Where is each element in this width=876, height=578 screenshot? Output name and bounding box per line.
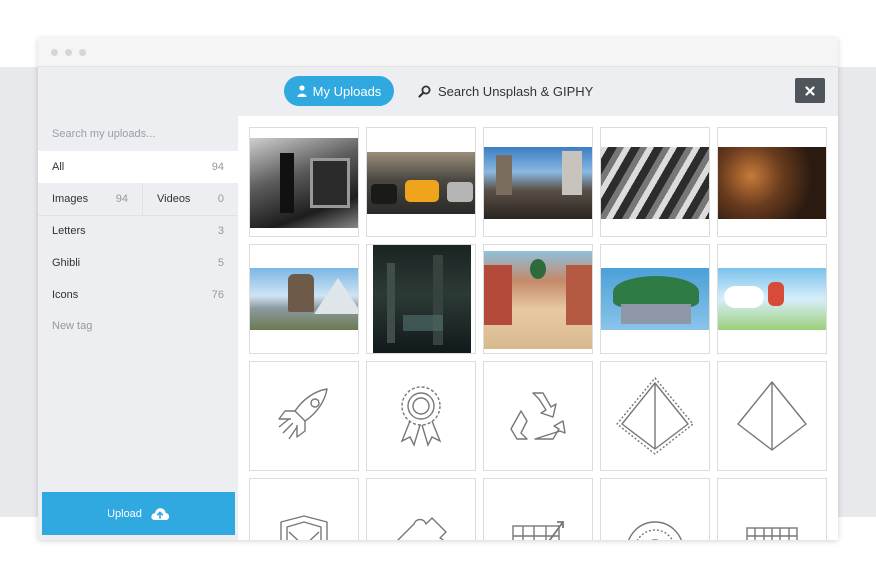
sidebar-item-label: Icons [52, 289, 79, 301]
shield-icon [280, 515, 328, 540]
grid-item-recycle-icon[interactable] [483, 361, 593, 471]
window-titlebar [38, 38, 838, 67]
sidebar-item-count: 3 [217, 225, 224, 237]
grid-item-shield-icon[interactable] [249, 478, 359, 540]
tab-my-uploads[interactable]: My Uploads [284, 76, 394, 106]
calendar-grid-icon [746, 527, 798, 540]
sidebar-item-images[interactable]: Images 94 [52, 183, 128, 215]
cloud-upload-icon [151, 507, 170, 520]
upload-grid [249, 127, 829, 540]
grid-item-dial-icon[interactable] [600, 478, 710, 540]
close-icon [805, 85, 815, 96]
rocket-icon [278, 388, 328, 440]
grid-item-rocket-icon[interactable] [249, 361, 359, 471]
sidebar: All 94 Images 94 Videos 0 Letters 3 Ghib… [38, 116, 238, 540]
grid-item-city-crowd-photo[interactable] [483, 127, 593, 237]
user-icon [297, 85, 307, 97]
sidebar-item-label: Videos [157, 193, 191, 205]
sidebar-item-count: 94 [211, 161, 224, 173]
new-tag-link[interactable]: New tag [52, 320, 92, 332]
search-uploads-input[interactable] [38, 116, 238, 151]
sidebar-item-icons[interactable]: Icons 76 [38, 279, 238, 311]
upload-label: Upload [107, 507, 142, 520]
pyramid-icon [737, 381, 807, 451]
sidebar-item-count: 94 [115, 193, 128, 205]
sidebar-item-letters[interactable]: Letters 3 [38, 215, 238, 247]
chart-grid-icon [512, 521, 564, 540]
tab-search-unsplash-giphy[interactable]: Search Unsplash & GIPHY [418, 76, 593, 106]
grid-item-bw-street-photo[interactable] [249, 127, 359, 237]
grid-item-pyramid-dashed-icon[interactable] [600, 361, 710, 471]
recycle-icon [510, 392, 566, 440]
puzzle-icon [397, 517, 447, 540]
pyramid-dashed-icon [616, 377, 694, 455]
close-button[interactable] [795, 78, 825, 103]
sidebar-item-label: Ghibli [52, 257, 81, 269]
tab-search-label: Search Unsplash & GIPHY [438, 83, 594, 99]
window-dot-minimize[interactable] [65, 49, 72, 56]
grid-item-bw-crosswalk-photo[interactable] [600, 127, 710, 237]
grid-item-laputa-island-still[interactable] [600, 244, 710, 354]
divider [142, 183, 143, 215]
search-icon [418, 85, 431, 98]
grid-item-spirited-away-street-still[interactable] [483, 244, 593, 354]
sidebar-item-label: Images [52, 193, 89, 205]
grid-item-pyramid-icon[interactable] [717, 361, 827, 471]
top-toolbar: My Uploads Search Unsplash & GIPHY [38, 67, 838, 116]
app-window: My Uploads Search Unsplash & GIPHY All 9… [38, 38, 838, 540]
window-dot-maximize[interactable] [79, 49, 86, 56]
sidebar-item-count: 76 [211, 289, 224, 301]
tab-my-uploads-label: My Uploads [312, 83, 382, 99]
grid-item-howls-castle-still[interactable] [249, 244, 359, 354]
grid-item-calendar-grid-icon[interactable] [717, 478, 827, 540]
sidebar-item-count: 0 [217, 193, 224, 205]
grid-item-award-ribbon-icon[interactable] [366, 361, 476, 471]
grid-item-dark-forest-still[interactable] [366, 244, 476, 354]
sidebar-item-count: 5 [217, 257, 224, 269]
award-ribbon-icon [400, 386, 442, 447]
sidebar-item-all[interactable]: All 94 [38, 151, 238, 183]
sidebar-item-videos[interactable]: Videos 0 [157, 183, 224, 215]
grid-item-ponyo-still[interactable] [717, 244, 827, 354]
grid-item-puzzle-icon[interactable] [366, 478, 476, 540]
dial-icon [628, 521, 682, 540]
grid-item-city-night-aerial-photo[interactable] [717, 127, 827, 237]
window-dot-close[interactable] [51, 49, 58, 56]
upload-button[interactable]: Upload [42, 492, 235, 535]
sidebar-item-label: All [52, 161, 65, 173]
sidebar-item-ghibli[interactable]: Ghibli 5 [38, 247, 238, 279]
grid-item-yellow-taxi-photo[interactable] [366, 127, 476, 237]
grid-item-chart-grid-icon[interactable] [483, 478, 593, 540]
sidebar-item-label: Letters [52, 225, 86, 237]
